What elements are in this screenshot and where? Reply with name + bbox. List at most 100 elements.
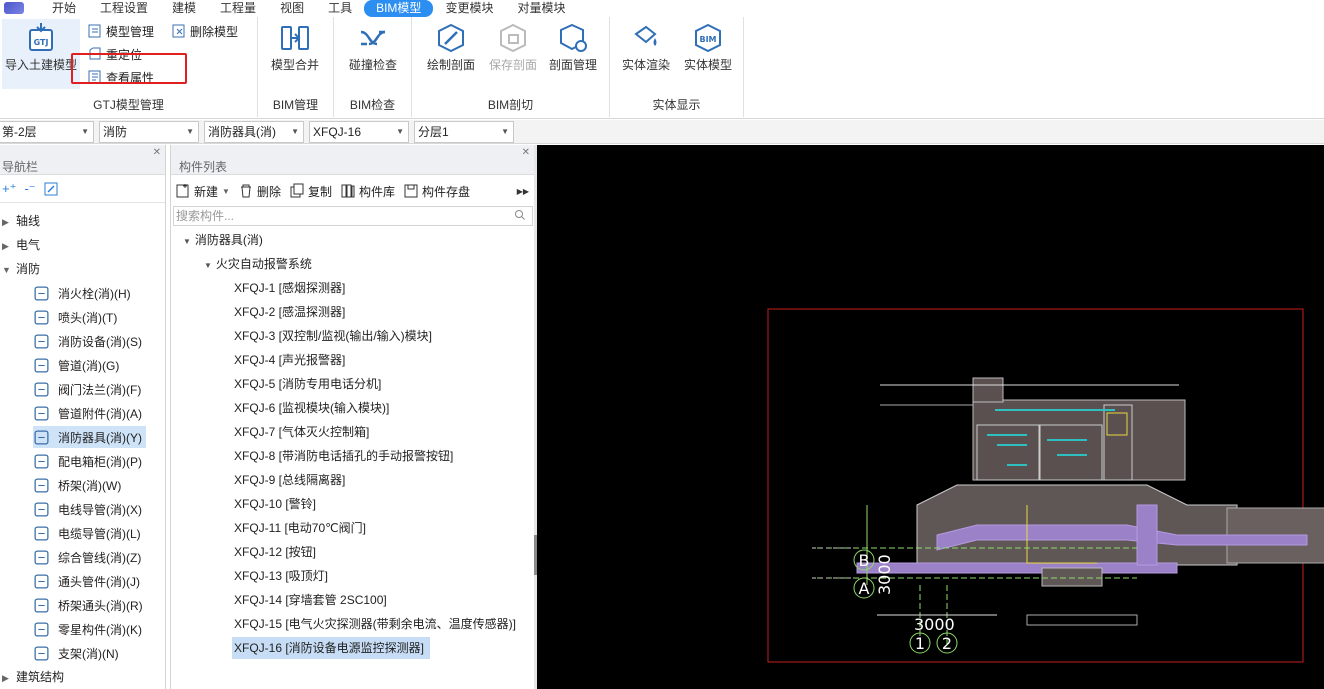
nav-child-item[interactable]: 阀门法兰(消)(F) xyxy=(33,378,145,400)
nav-child-item[interactable]: 综合管线(消)(Z) xyxy=(33,546,145,568)
navigation-panel-header: 导航栏 ✕ xyxy=(0,145,165,175)
nav-item-fire-label: 消防 xyxy=(16,262,41,276)
model-manage-button[interactable]: 模型管理 xyxy=(87,21,154,41)
tree-root-fire-device[interactable]: ▼ 消防器具(消) xyxy=(183,229,263,251)
copy-component-button[interactable]: 复制 xyxy=(289,183,332,200)
menu-modeling[interactable]: 建模 xyxy=(160,0,208,17)
menu-bim-model[interactable]: BIM模型 xyxy=(364,0,434,17)
collapse-all-icon[interactable]: -⁻ xyxy=(24,181,35,197)
component-item[interactable]: XFQJ-10 [警铃] xyxy=(234,493,316,515)
nav-child-item[interactable]: 管道(消)(G) xyxy=(33,354,123,376)
menu-project-settings[interactable]: 工程设置 xyxy=(88,0,160,17)
nav-child-item[interactable]: 支架(消)(N) xyxy=(33,642,123,664)
distribution-box-icon xyxy=(34,453,49,469)
draw-section-button[interactable]: 绘制剖面 xyxy=(420,19,482,79)
tree-group-fire-alarm[interactable]: ▼ 火灾自动报警系统 xyxy=(204,253,312,275)
menu-bar: 开始 工程设置 建模 工程量 视图 工具 BIM模型 变更模块 对量模块 xyxy=(0,0,1324,17)
menu-change-module[interactable]: 变更模块 xyxy=(433,0,505,17)
component-search-input[interactable]: 搜索构件... xyxy=(173,206,533,226)
model-merge-icon xyxy=(281,26,309,50)
component-select[interactable]: XFQJ-16 ▼ xyxy=(309,121,409,143)
component-item[interactable]: XFQJ-3 [双控制/监视(输出/输入)模块] xyxy=(234,325,432,347)
component-item[interactable]: XFQJ-16 [消防设备电源监控探测器] xyxy=(232,637,431,659)
layer-select-value: 分层1 xyxy=(418,125,449,139)
component-item[interactable]: XFQJ-9 [总线隔离器] xyxy=(234,469,345,491)
nav-child-item[interactable]: 桥架通头(消)(R) xyxy=(33,594,147,616)
chevron-down-icon: ▼ xyxy=(81,127,89,136)
component-item[interactable]: XFQJ-12 [按钮] xyxy=(234,541,316,563)
menu-quantity[interactable]: 工程量 xyxy=(208,0,268,17)
navigation-toolbar: +⁺ -⁻ xyxy=(0,175,165,203)
category-select[interactable]: 消防器具(消) ▼ xyxy=(204,121,304,143)
nav-child-item[interactable]: 管道附件(消)(A) xyxy=(33,402,146,424)
menu-view[interactable]: 视图 xyxy=(268,0,316,17)
nav-item-fire[interactable]: ▼ 消防 xyxy=(2,258,40,280)
nav-child-item[interactable]: 喷头(消)(T) xyxy=(33,306,121,328)
nav-child-item[interactable]: 消防设备(消)(S) xyxy=(33,330,146,352)
component-item[interactable]: XFQJ-7 [气体灭火控制箱] xyxy=(234,421,369,443)
solid-model-button[interactable]: BIM 实体模型 xyxy=(677,19,739,79)
edit-icon[interactable] xyxy=(44,182,58,196)
component-item[interactable]: XFQJ-1 [感烟探测器] xyxy=(234,277,345,299)
solid-render-button[interactable]: 实体渲染 xyxy=(615,19,677,79)
chevron-right-icon: ▶ xyxy=(2,241,9,251)
component-save-button[interactable]: 构件存盘 xyxy=(403,183,470,200)
close-icon[interactable]: ✕ xyxy=(153,131,161,175)
import-civil-model-button[interactable]: GTJ 导入土建模型 xyxy=(2,19,80,89)
nav-item-electrical[interactable]: ▶ 电气 xyxy=(2,234,40,256)
nav-child-item[interactable]: 电缆导管(消)(L) xyxy=(33,522,145,544)
save-section-button[interactable]: 保存剖面 xyxy=(482,19,544,79)
section-manage-button[interactable]: 剖面管理 xyxy=(542,19,604,79)
nav-item-axis-label: 轴线 xyxy=(16,214,41,228)
floor-select-value: 第-2层 xyxy=(2,125,37,139)
expand-all-icon[interactable]: +⁺ xyxy=(2,181,16,197)
delete-model-button[interactable]: 删除模型 xyxy=(171,21,238,41)
new-component-button[interactable]: 新建 ▼ xyxy=(175,183,230,200)
discipline-select[interactable]: 消防 ▼ xyxy=(99,121,199,143)
nav-child-item[interactable]: 电线导管(消)(X) xyxy=(33,498,146,520)
nav-child-item[interactable]: 消防器具(消)(Y) xyxy=(33,426,146,448)
solid-model-icon: BIM xyxy=(695,23,721,53)
save-section-label: 保存剖面 xyxy=(488,58,537,72)
app-logo-icon[interactable] xyxy=(0,0,40,17)
component-item[interactable]: XFQJ-2 [感温探测器] xyxy=(234,301,345,323)
layer-select[interactable]: 分层1 ▼ xyxy=(414,121,514,143)
component-item[interactable]: XFQJ-14 [穿墙套管 2SC100] xyxy=(234,589,387,611)
model-merge-button[interactable]: 模型合并 xyxy=(264,19,326,79)
nav-child-item[interactable]: 桥架(消)(W) xyxy=(33,474,125,496)
more-icon[interactable]: ▶▶ xyxy=(517,187,529,196)
component-item[interactable]: XFQJ-15 [电气火灾探测器(带剩余电流、温度传感器)] xyxy=(234,613,516,635)
model-manage-icon xyxy=(88,24,101,38)
nav-item-axis[interactable]: ▶ 轴线 xyxy=(2,210,40,232)
drawing-canvas[interactable]: B A 3000 3000 1 2 xyxy=(537,145,1324,689)
nav-item-electrical-label: 电气 xyxy=(16,238,41,252)
delete-component-button[interactable]: 删除 xyxy=(238,183,281,200)
floor-select[interactable]: 第-2层 ▼ xyxy=(0,121,94,143)
component-item[interactable]: XFQJ-11 [电动70℃阀门] xyxy=(234,517,366,539)
tee-fitting-icon xyxy=(34,573,49,589)
nav-child-label: 电线导管(消)(X) xyxy=(58,502,142,517)
nav-child-item[interactable]: 零星构件(消)(K) xyxy=(33,618,146,640)
component-item[interactable]: XFQJ-13 [吸顶灯] xyxy=(234,565,328,587)
component-item[interactable]: XFQJ-4 [声光报警器] xyxy=(234,349,345,371)
close-icon[interactable]: ✕ xyxy=(522,131,530,175)
component-item[interactable]: XFQJ-6 [监视模块(输入模块)] xyxy=(234,397,389,419)
combined-pipeline-icon xyxy=(34,549,49,565)
component-save-label: 构件存盘 xyxy=(421,184,470,199)
nav-child-item[interactable]: 消火栓(消)(H) xyxy=(33,282,135,304)
nav-item-building-structure[interactable]: ▶ 建筑结构 xyxy=(2,666,64,688)
search-icon xyxy=(515,210,525,220)
solid-render-icon xyxy=(634,25,657,46)
dimension-vertical: 3000 xyxy=(875,554,894,595)
nav-child-item[interactable]: 通头管件(消)(J) xyxy=(33,570,144,592)
menu-reconcile-module[interactable]: 对量模块 xyxy=(505,0,577,17)
component-item[interactable]: XFQJ-5 [消防专用电话分机] xyxy=(234,373,381,395)
menu-tools[interactable]: 工具 xyxy=(316,0,364,17)
cable-tray-icon xyxy=(34,477,49,493)
pipe-icon xyxy=(34,357,49,373)
menu-start[interactable]: 开始 xyxy=(40,0,88,17)
collision-check-button[interactable]: 碰撞检查 xyxy=(342,19,404,79)
component-item[interactable]: XFQJ-8 [带消防电话插孔的手动报警按钮] xyxy=(234,445,453,467)
component-library-button[interactable]: 构件库 xyxy=(340,183,395,200)
nav-child-item[interactable]: 配电箱柜(消)(P) xyxy=(33,450,146,472)
